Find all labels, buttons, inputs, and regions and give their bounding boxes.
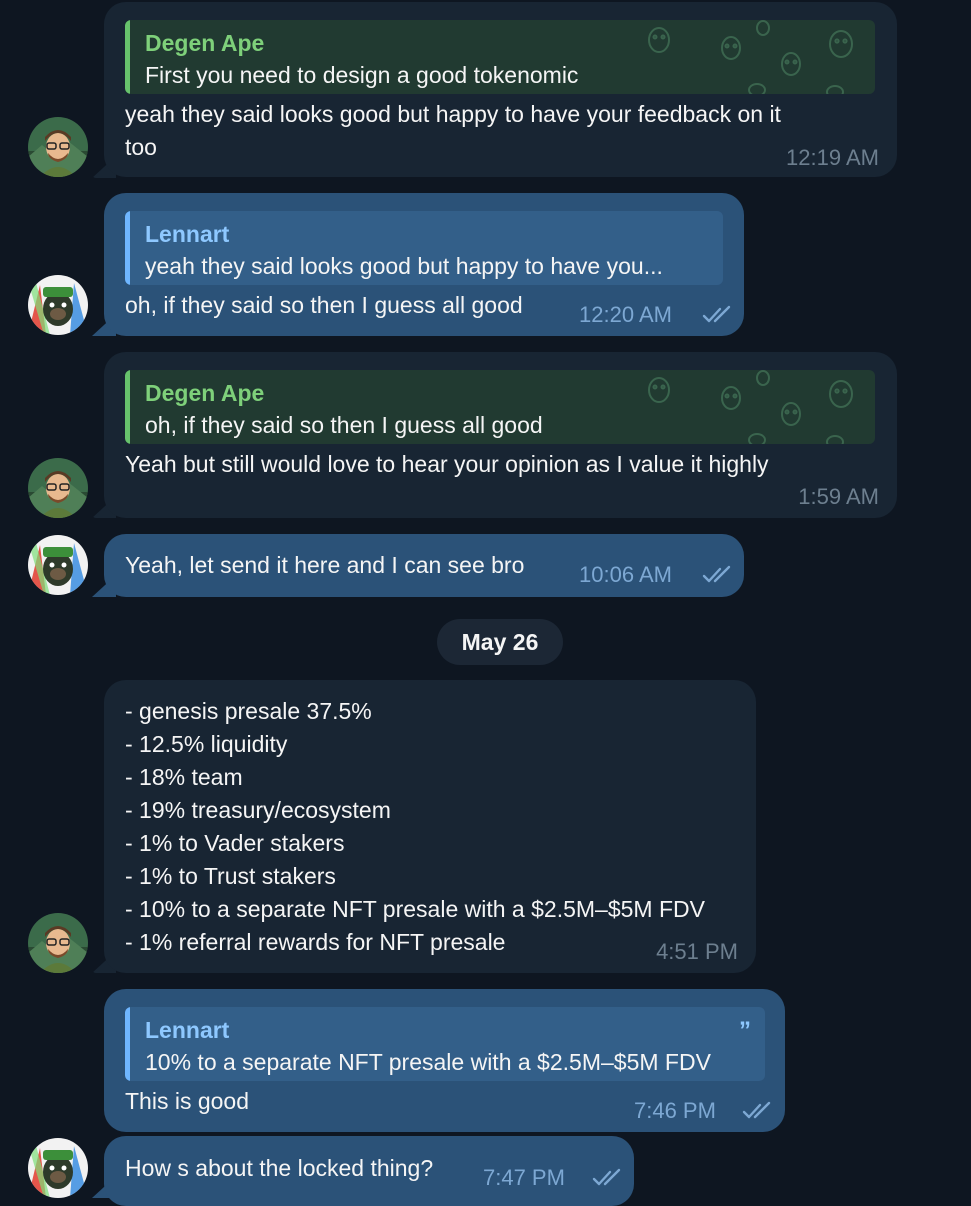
- avatar[interactable]: [28, 535, 88, 595]
- date-separator: May 26: [437, 619, 563, 665]
- quote-sender-name: Lennart: [145, 1017, 230, 1043]
- double-check-icon: [702, 305, 731, 323]
- quote-icon: ”: [739, 1017, 751, 1044]
- message-text: Yeah, let send it here and I can see bro: [125, 552, 525, 578]
- avatar[interactable]: [28, 1138, 88, 1198]
- list-item: - 1% referral rewards for NFT presale: [125, 929, 506, 955]
- message-bubble-outgoing[interactable]: Lennart yeah they said looks good but ha…: [104, 193, 744, 336]
- message-bubble-incoming[interactable]: Degen Ape First you need to design a goo…: [104, 2, 897, 177]
- avatar[interactable]: [28, 117, 88, 177]
- list-item: - 10% to a separate NFT presale with a $…: [125, 896, 705, 922]
- message-text: How s about the locked thing?: [125, 1155, 434, 1181]
- reply-quote[interactable]: Degen Ape First you need to design a goo…: [125, 20, 875, 94]
- avatar[interactable]: [28, 275, 88, 335]
- message-text: yeah they said looks good but happy to h…: [125, 101, 781, 127]
- message-time: 10:06 AM: [579, 562, 672, 587]
- avatar[interactable]: [28, 913, 88, 973]
- list-item: - 19% treasury/ecosystem: [125, 797, 391, 823]
- list-item: - 12.5% liquidity: [125, 731, 288, 757]
- avatar[interactable]: [28, 458, 88, 518]
- message-bubble-incoming[interactable]: Degen Ape oh, if they said so then I gue…: [104, 352, 897, 518]
- message-text: oh, if they said so then I guess all goo…: [125, 292, 523, 318]
- double-check-icon: [742, 1101, 771, 1119]
- message-bubble-outgoing[interactable]: ” Lennart 10% to a separate NFT presale …: [104, 989, 785, 1132]
- list-item: - 1% to Trust stakers: [125, 863, 336, 889]
- message-time: 1:59 AM: [798, 484, 879, 509]
- ape-pattern-decoration: [648, 370, 853, 444]
- reply-quote[interactable]: ” Lennart 10% to a separate NFT presale …: [125, 1007, 765, 1081]
- reply-quote[interactable]: Lennart yeah they said looks good but ha…: [125, 211, 723, 285]
- message-bubble-outgoing[interactable]: Yeah, let send it here and I can see bro…: [104, 534, 744, 597]
- message-text: This is good: [125, 1088, 250, 1114]
- quote-sender-name: Lennart: [145, 221, 230, 247]
- message-text: too: [125, 134, 157, 160]
- quote-text: 10% to a separate NFT presale with a $2.…: [145, 1049, 711, 1075]
- quote-text: yeah they said looks good but happy to h…: [145, 253, 663, 279]
- reply-quote[interactable]: Degen Ape oh, if they said so then I gue…: [125, 370, 875, 444]
- ape-pattern-decoration: [648, 20, 853, 94]
- message-time: 7:46 PM: [634, 1098, 716, 1123]
- double-check-icon: [592, 1168, 621, 1186]
- message-time: 12:20 AM: [579, 302, 672, 327]
- message-time: 7:47 PM: [483, 1165, 565, 1190]
- double-check-icon: [702, 565, 731, 583]
- list-item: - 18% team: [125, 764, 243, 790]
- list-item: - genesis presale 37.5%: [125, 698, 372, 724]
- message-time: 12:19 AM: [786, 145, 879, 170]
- message-text: Yeah but still would love to hear your o…: [125, 451, 769, 477]
- list-item: - 1% to Vader stakers: [125, 830, 345, 856]
- message-time: 4:51 PM: [656, 939, 738, 964]
- message-bubble-incoming[interactable]: - genesis presale 37.5% - 12.5% liquidit…: [104, 680, 756, 973]
- message-bubble-outgoing[interactable]: How s about the locked thing? 7:47 PM: [104, 1136, 634, 1206]
